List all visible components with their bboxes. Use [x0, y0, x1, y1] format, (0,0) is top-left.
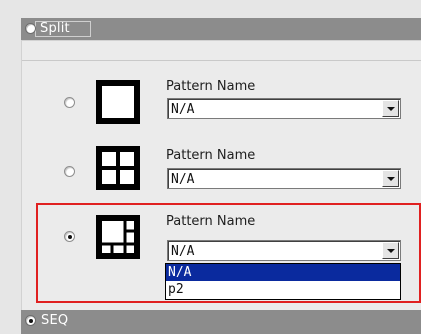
chevron-down-icon[interactable]	[382, 242, 399, 259]
pattern-3-dropdown-list: N/A p2	[165, 263, 401, 300]
quad-pane-pattern-icon	[96, 146, 140, 190]
pattern-1-select[interactable]: N/A	[167, 98, 401, 119]
multi-pane-pattern-icon	[96, 215, 140, 259]
pattern-3-radio[interactable]	[64, 231, 75, 242]
split-label: Split	[40, 21, 70, 36]
split-radio[interactable]	[25, 23, 36, 34]
pattern-2-select[interactable]: N/A	[167, 168, 401, 189]
seq-section-header: SEQ	[21, 310, 421, 334]
chevron-down-icon[interactable]	[382, 170, 399, 187]
split-section-header: Split	[21, 18, 421, 40]
pattern-2-value: N/A	[171, 172, 195, 187]
seq-radio[interactable]	[25, 315, 36, 326]
pattern-1-value: N/A	[171, 102, 195, 117]
pattern-2-label: Pattern Name	[166, 148, 256, 163]
dropdown-option-na[interactable]: N/A	[166, 264, 400, 281]
seq-label: SEQ	[41, 313, 69, 328]
single-pane-pattern-icon	[96, 80, 140, 124]
pattern-3-label: Pattern Name	[166, 214, 256, 229]
pattern-3-value: N/A	[171, 244, 195, 259]
pattern-2-radio[interactable]	[64, 166, 75, 177]
pattern-3-select[interactable]: N/A	[167, 240, 401, 261]
pattern-1-label: Pattern Name	[166, 79, 256, 94]
pattern-1-radio[interactable]	[64, 97, 75, 108]
layout-settings-frame: Split Pattern Name N/A Pattern Name N/A	[21, 18, 421, 334]
chevron-down-icon[interactable]	[382, 100, 399, 117]
dropdown-option-p2[interactable]: p2	[166, 281, 400, 298]
